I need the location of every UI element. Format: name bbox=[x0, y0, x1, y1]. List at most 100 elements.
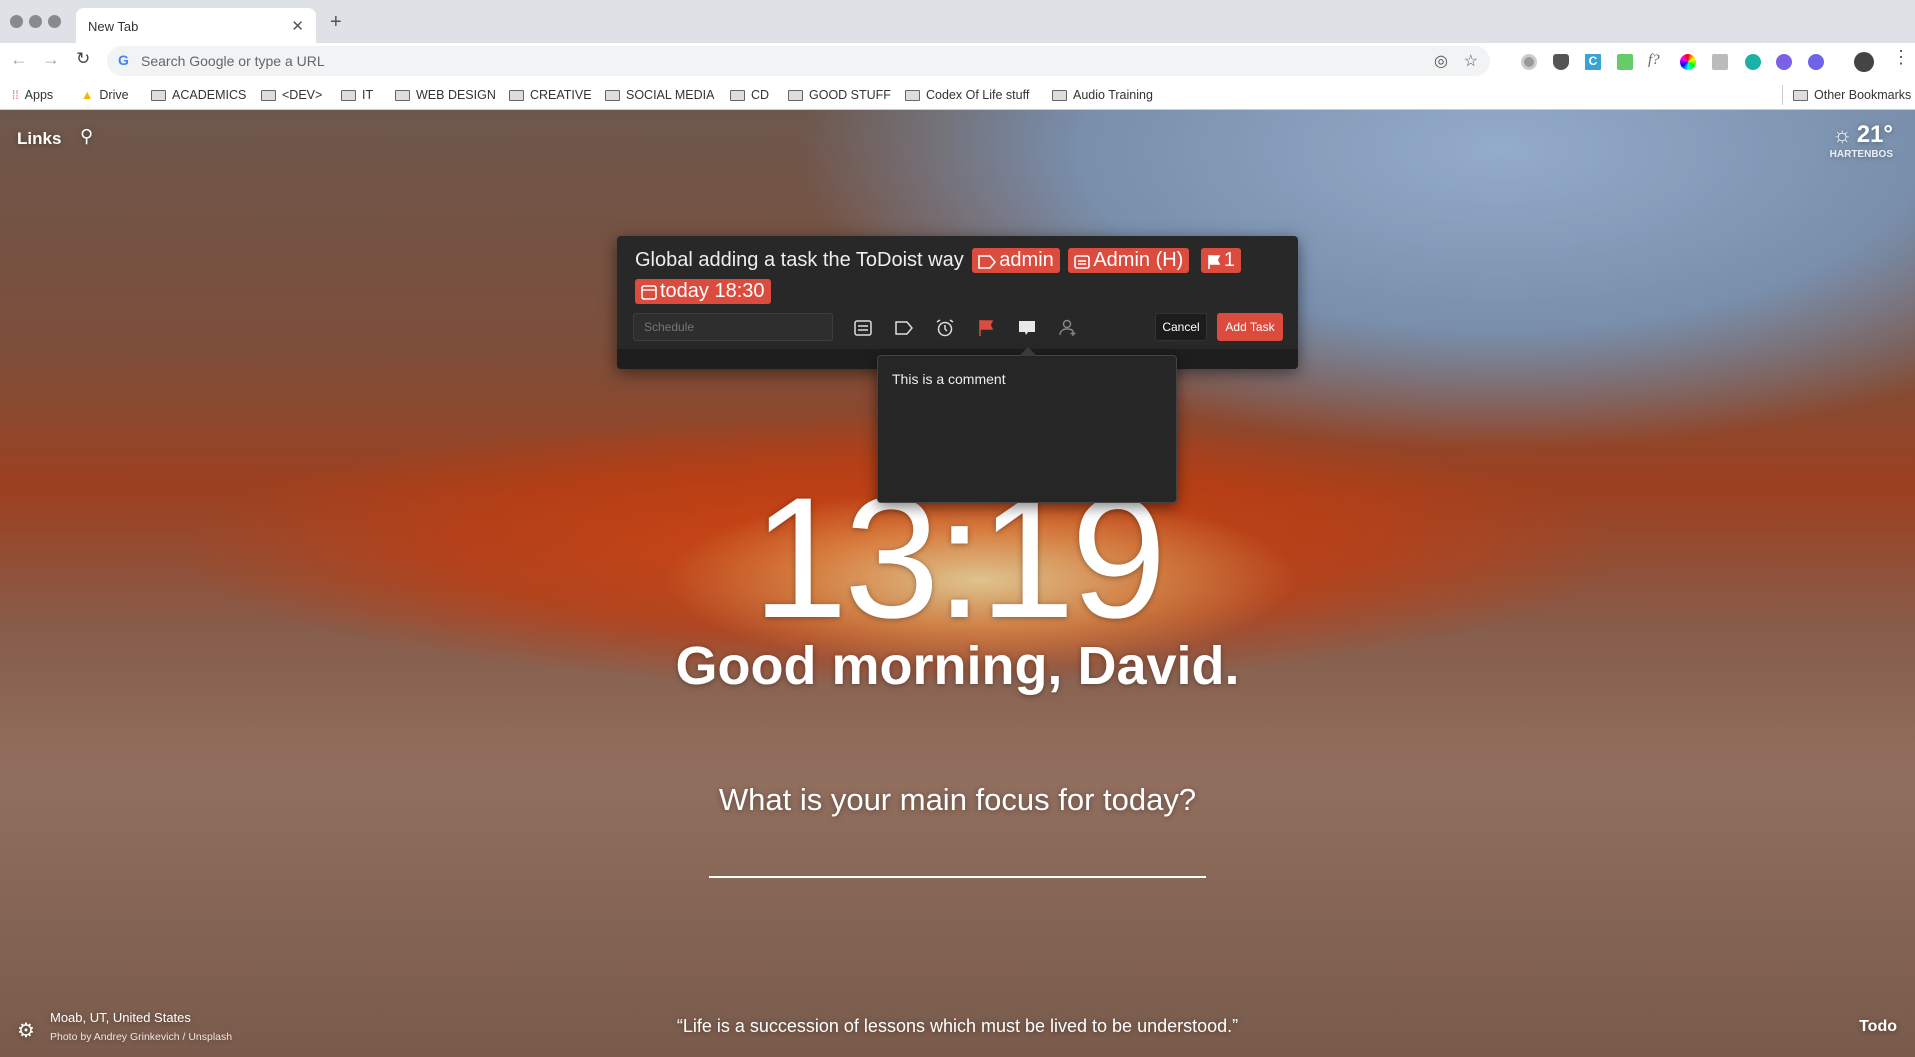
weather-widget[interactable]: ☼ 21° HARTENBOS bbox=[1830, 121, 1893, 160]
bookmark-folder[interactable]: SOCIAL MEDIA bbox=[605, 80, 714, 110]
task-text: Global adding a task the ToDoist way bbox=[635, 249, 964, 271]
reload-icon[interactable]: ↻ bbox=[76, 49, 90, 69]
comment-popup[interactable]: This is a comment bbox=[877, 347, 1177, 503]
bookmark-folder[interactable]: IT bbox=[341, 80, 373, 110]
omnibox[interactable]: G Search Google or type a URL ◎ ☆ bbox=[107, 46, 1490, 76]
extension-circle-icon[interactable] bbox=[1521, 54, 1537, 70]
folder-icon bbox=[1052, 89, 1067, 101]
chip-text: today 18:30 bbox=[660, 280, 765, 302]
location-icon[interactable]: ◎ bbox=[1434, 51, 1448, 71]
bookmarks-bar: ⁞⁞ Apps ▲ Drive ACADEMICS <DEV> IT WEB DES… bbox=[0, 80, 1915, 110]
schedule-input[interactable] bbox=[633, 313, 833, 341]
apps-grid-icon: ⁞⁞ bbox=[12, 88, 19, 102]
extension-green-icon[interactable] bbox=[1617, 54, 1633, 70]
new-tab-button[interactable]: + bbox=[330, 11, 342, 34]
assign-user-icon[interactable] bbox=[1058, 318, 1078, 338]
calendar-icon bbox=[641, 285, 657, 300]
tab-strip: New Tab ✕ + bbox=[0, 0, 1915, 43]
priority-chip[interactable]: 1 bbox=[1200, 248, 1242, 273]
folder-icon bbox=[605, 89, 620, 101]
extension-purple-icon[interactable] bbox=[1776, 54, 1792, 70]
star-icon[interactable]: ☆ bbox=[1464, 51, 1478, 71]
project-icon bbox=[1074, 255, 1091, 269]
bookmark-label: CD bbox=[751, 88, 770, 102]
bookmark-label: ACADEMICS bbox=[172, 88, 247, 102]
other-bookmarks[interactable]: Other Bookmarks bbox=[1782, 85, 1911, 105]
extension-m-icon[interactable] bbox=[1745, 54, 1761, 70]
drive-icon: ▲ bbox=[81, 88, 94, 102]
priority-flag-icon[interactable] bbox=[976, 318, 996, 338]
reminder-alarm-icon[interactable] bbox=[935, 318, 955, 338]
task-input[interactable]: Global adding a task the ToDoist way adm… bbox=[635, 246, 1275, 306]
extension-c-icon[interactable]: C bbox=[1585, 54, 1601, 70]
bookmark-folder[interactable]: Audio Training bbox=[1052, 80, 1153, 110]
maximize-window-button[interactable] bbox=[48, 15, 61, 28]
bookmark-folder[interactable]: GOOD STUFF bbox=[788, 80, 891, 110]
bookmark-folder[interactable]: <DEV> bbox=[261, 80, 322, 110]
weather-location: HARTENBOS bbox=[1829, 149, 1893, 160]
due-date-chip[interactable]: today 18:30 bbox=[635, 279, 771, 304]
bookmark-label: Drive bbox=[99, 88, 129, 102]
folder-icon bbox=[1793, 89, 1808, 101]
color-picker-icon[interactable] bbox=[1680, 54, 1696, 70]
browser-toolbar: ← → ↻ G Search Google or type a URL ◎ ☆ … bbox=[0, 43, 1915, 80]
comment-text[interactable]: This is a comment bbox=[892, 371, 1162, 387]
popup-arrow bbox=[1019, 347, 1037, 356]
bookmark-label: GOOD STUFF bbox=[809, 88, 891, 102]
close-window-button[interactable] bbox=[10, 15, 23, 28]
bookmark-label: WEB DESIGN bbox=[416, 88, 496, 102]
label-icon bbox=[978, 255, 997, 269]
weather-temp: 21° bbox=[1856, 121, 1893, 148]
focus-input[interactable] bbox=[709, 876, 1206, 878]
sun-icon: ☼ bbox=[1832, 122, 1853, 147]
bookmark-folder[interactable]: WEB DESIGN bbox=[395, 80, 496, 110]
label-chip[interactable]: admin bbox=[972, 248, 1060, 273]
minimize-window-button[interactable] bbox=[29, 15, 42, 28]
add-task-button[interactable]: Add Task bbox=[1217, 313, 1283, 341]
extension-purple2-icon[interactable] bbox=[1808, 54, 1824, 70]
extension-f-icon[interactable]: f? bbox=[1648, 52, 1664, 68]
google-icon: G bbox=[118, 52, 129, 68]
bookmark-label: Codex Of Life stuff bbox=[926, 88, 1030, 102]
menu-icon[interactable]: ⋮ bbox=[1892, 47, 1910, 68]
folder-icon bbox=[730, 89, 745, 101]
greeting: Good morning, David. bbox=[675, 636, 1240, 696]
ublock-icon[interactable] bbox=[1553, 54, 1569, 70]
bookmark-label: Audio Training bbox=[1073, 88, 1153, 102]
bookmark-folder[interactable]: ACADEMICS bbox=[151, 80, 246, 110]
folder-icon bbox=[509, 89, 524, 101]
links-button[interactable]: Links bbox=[17, 129, 61, 149]
drive-extension-icon[interactable] bbox=[1712, 54, 1728, 70]
chip-text: 1 bbox=[1223, 249, 1236, 271]
close-tab-icon[interactable]: ✕ bbox=[291, 17, 304, 35]
project-icon[interactable] bbox=[853, 318, 873, 338]
tab-new-tab[interactable]: New Tab ✕ bbox=[76, 8, 316, 43]
chip-text: admin bbox=[999, 249, 1054, 271]
folder-icon bbox=[151, 89, 166, 101]
bookmark-label: Apps bbox=[24, 88, 54, 102]
chip-text: Admin (H) bbox=[1093, 249, 1184, 271]
comment-icon[interactable] bbox=[1017, 318, 1037, 338]
cancel-button[interactable]: Cancel bbox=[1155, 313, 1207, 341]
bookmark-apps[interactable]: ⁞⁞ Apps bbox=[12, 80, 53, 110]
avatar[interactable] bbox=[1854, 52, 1874, 72]
todo-button[interactable]: Todo bbox=[1859, 1018, 1897, 1036]
flag-icon bbox=[1208, 255, 1221, 269]
search-icon[interactable]: ⚲ bbox=[80, 126, 93, 147]
folder-icon bbox=[905, 89, 920, 101]
folder-icon bbox=[261, 89, 276, 101]
back-icon[interactable]: ← bbox=[10, 49, 28, 70]
bookmark-label: CREATIVE bbox=[530, 88, 592, 102]
omnibox-placeholder: Search Google or type a URL bbox=[141, 53, 325, 69]
folder-icon bbox=[395, 89, 410, 101]
bookmark-folder[interactable]: CREATIVE bbox=[509, 80, 592, 110]
focus-prompt: What is your main focus for today? bbox=[718, 782, 1197, 817]
folder-icon bbox=[341, 89, 356, 101]
forward-icon[interactable]: → bbox=[42, 49, 60, 70]
bookmark-drive[interactable]: ▲ Drive bbox=[81, 80, 129, 110]
tab-title: New Tab bbox=[88, 19, 139, 34]
bookmark-folder[interactable]: CD bbox=[730, 80, 769, 110]
bookmark-folder[interactable]: Codex Of Life stuff bbox=[905, 80, 1029, 110]
label-icon[interactable] bbox=[894, 318, 914, 338]
project-chip[interactable]: Admin (H) bbox=[1068, 248, 1190, 273]
